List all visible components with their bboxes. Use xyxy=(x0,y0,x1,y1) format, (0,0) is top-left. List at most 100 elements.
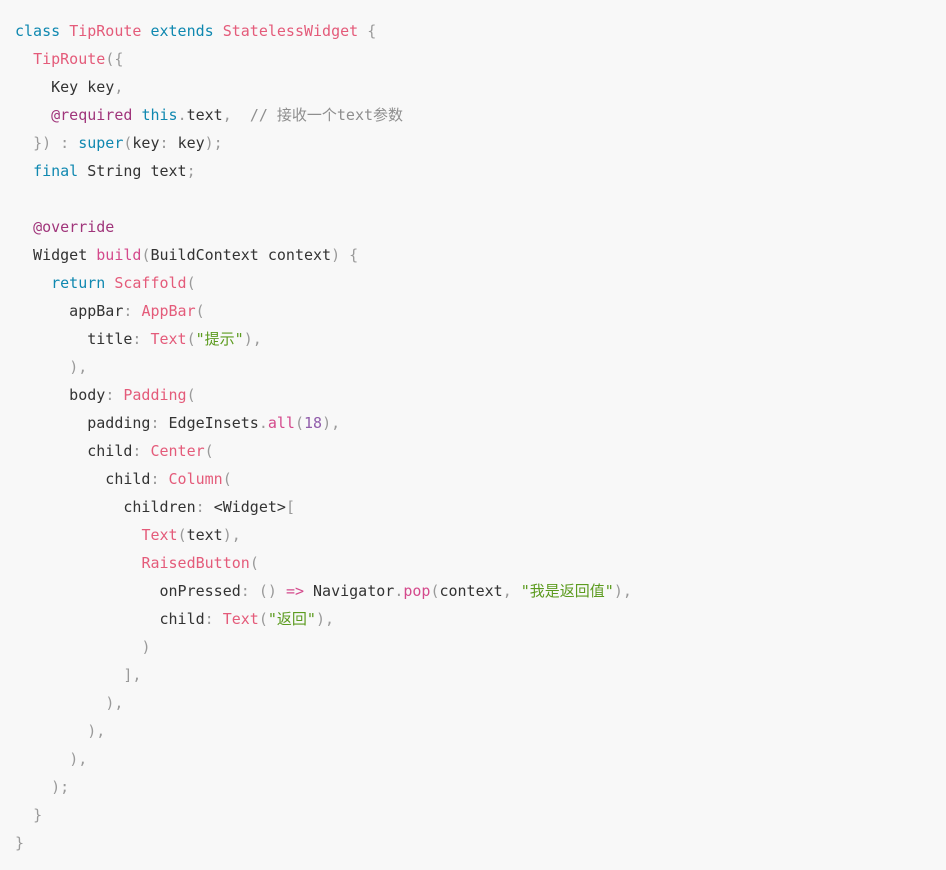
code-token: ( xyxy=(186,386,196,404)
code-token: Text xyxy=(141,526,178,544)
code-token: ), xyxy=(613,582,632,600)
code-line: }) : super(key: key); xyxy=(15,129,946,157)
code-token: ), xyxy=(105,694,124,712)
code-token: text xyxy=(186,526,223,544)
code-token: key xyxy=(132,134,160,152)
code-token: ( xyxy=(186,330,196,348)
code-token: ( xyxy=(258,610,268,628)
code-token: TipRoute xyxy=(69,22,151,40)
code-token: "返回" xyxy=(267,610,316,628)
code-line: ), xyxy=(15,353,946,381)
code-token: body xyxy=(15,386,106,404)
code-line: class TipRoute extends StatelessWidget { xyxy=(15,17,946,45)
code-token: children xyxy=(15,498,196,516)
code-token: ) xyxy=(141,638,151,656)
code-token: <Widget> xyxy=(213,498,286,516)
code-token: ( xyxy=(186,274,196,292)
code-token: StatelessWidget xyxy=(222,22,368,40)
code-token: ( xyxy=(294,414,304,432)
code-token: child xyxy=(15,442,133,460)
code-line: RaisedButton( xyxy=(15,549,946,577)
code-line: padding: EdgeInsets.all(18), xyxy=(15,409,946,437)
code-token: class xyxy=(15,22,70,40)
code-token: Navigator xyxy=(304,582,395,600)
code-line: child: Text("返回"), xyxy=(15,605,946,633)
code-token: }) : xyxy=(33,134,79,152)
code-token: , xyxy=(114,78,124,96)
code-line: onPressed: () => Navigator.pop(context, … xyxy=(15,577,946,605)
code-token: ) { xyxy=(331,246,359,264)
code-token: ({ xyxy=(105,50,124,68)
code-token: ), xyxy=(222,526,241,544)
code-token: Column xyxy=(168,470,223,488)
code-token: . xyxy=(394,582,404,600)
code-token: extends xyxy=(150,22,223,40)
code-token: . xyxy=(258,414,268,432)
code-token: all xyxy=(267,414,295,432)
code-token: ( xyxy=(195,302,205,320)
code-token: ); xyxy=(51,778,70,796)
code-token: : () xyxy=(240,582,286,600)
code-line: ), xyxy=(15,745,946,773)
code-token: @required xyxy=(51,106,142,124)
code-line: children: <Widget>[ xyxy=(15,493,946,521)
code-token: ( xyxy=(177,526,187,544)
code-token: super xyxy=(78,134,124,152)
code-line: ), xyxy=(15,717,946,745)
code-token: appBar xyxy=(15,302,124,320)
code-token: ( xyxy=(249,554,259,572)
code-token: Scaffold xyxy=(114,274,187,292)
code-token: this xyxy=(141,106,178,124)
code-token: { xyxy=(367,22,377,40)
code-token: String text xyxy=(87,162,187,180)
code-token: context xyxy=(439,582,503,600)
code-line: @required this.text, // 接收一个text参数 xyxy=(15,101,946,129)
code-token: ), xyxy=(87,722,106,740)
code-line: Widget build(BuildContext context) { xyxy=(15,241,946,269)
code-token: : xyxy=(150,470,169,488)
code-line: TipRoute({ xyxy=(15,45,946,73)
code-token: EdgeInsets xyxy=(168,414,259,432)
code-token: "提示" xyxy=(195,330,244,348)
code-token: : xyxy=(123,302,142,320)
code-token: ( xyxy=(204,442,214,460)
code-token: padding xyxy=(15,414,151,432)
code-token: return xyxy=(51,274,115,292)
code-token: : xyxy=(132,330,151,348)
code-line: } xyxy=(15,829,946,857)
code-line: child: Center( xyxy=(15,437,946,465)
code-token: , xyxy=(502,582,521,600)
code-line: ], xyxy=(15,661,946,689)
code-token: . xyxy=(177,106,187,124)
code-token: build xyxy=(96,246,142,264)
code-token: RaisedButton xyxy=(141,554,250,572)
code-token: child xyxy=(15,610,205,628)
code-token: onPressed xyxy=(15,582,241,600)
code-token: // 接收一个text参数 xyxy=(249,106,404,124)
code-token: @override xyxy=(33,218,115,236)
code-token: ); xyxy=(204,134,223,152)
code-line: ) xyxy=(15,633,946,661)
code-token: BuildContext context xyxy=(150,246,332,264)
code-token: 18 xyxy=(304,414,323,432)
code-token: : xyxy=(150,414,169,432)
code-token: : xyxy=(132,442,151,460)
code-token: AppBar xyxy=(141,302,196,320)
code-token: : xyxy=(159,134,178,152)
code-token: ], xyxy=(123,666,142,684)
code-token: Center xyxy=(150,442,205,460)
code-token: [ xyxy=(285,498,295,516)
code-line: @override xyxy=(15,213,946,241)
